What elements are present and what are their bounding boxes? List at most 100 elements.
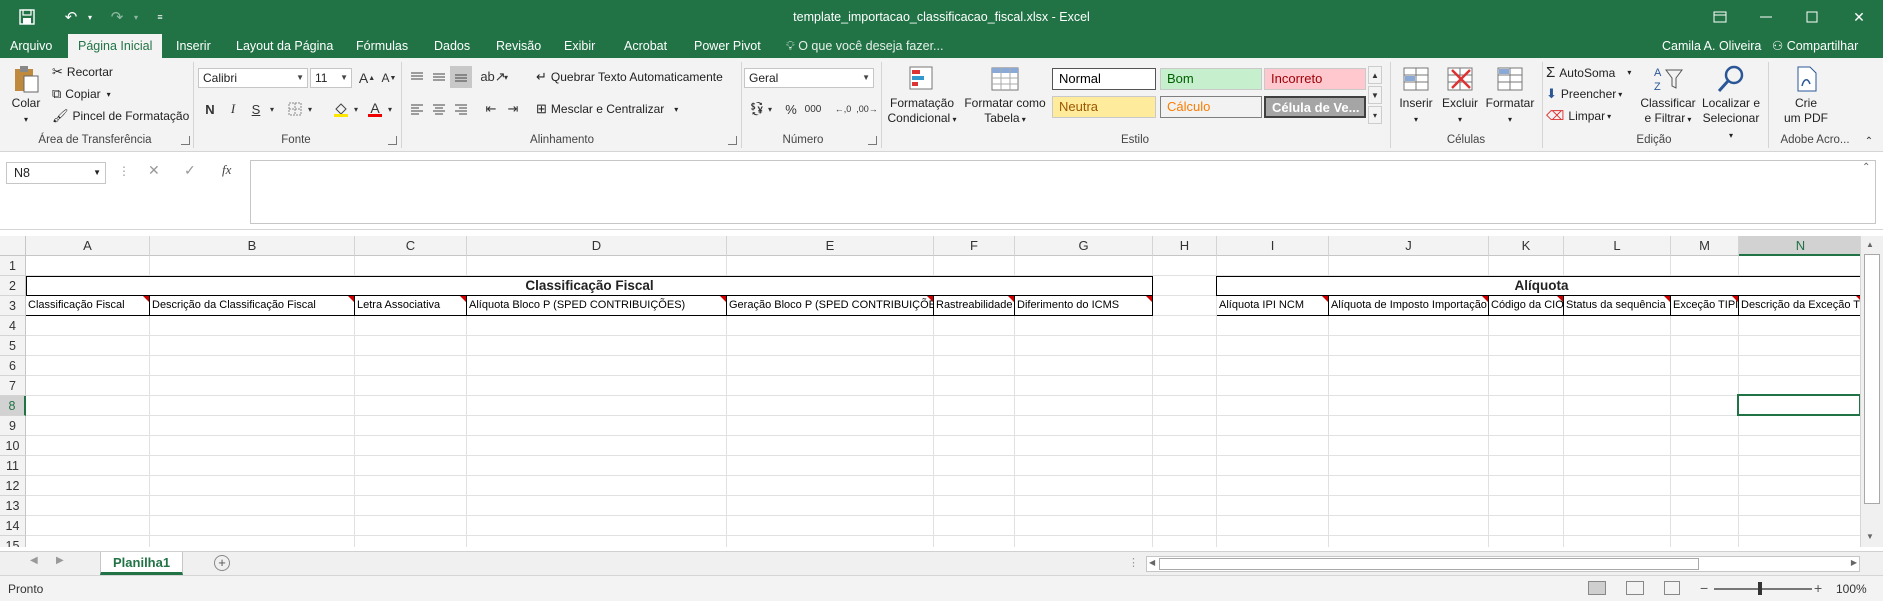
- cell-d10[interactable]: [467, 436, 727, 456]
- style-calculation[interactable]: Cálculo: [1160, 96, 1262, 118]
- format-cells-button[interactable]: Formatar ▾: [1484, 64, 1536, 127]
- tab-formulas[interactable]: Fórmulas: [350, 34, 414, 58]
- header-cell-g3[interactable]: Diferimento do ICMS: [1015, 296, 1153, 316]
- ribbon-display-icon[interactable]: [1697, 0, 1743, 34]
- cell-h12[interactable]: [1153, 476, 1217, 496]
- cell-l10[interactable]: [1564, 436, 1671, 456]
- borders-dropdown-icon[interactable]: ▾: [304, 98, 316, 120]
- cell-b14[interactable]: [150, 516, 355, 536]
- cell-k12[interactable]: [1489, 476, 1564, 496]
- align-right-icon[interactable]: [450, 98, 472, 120]
- cell-l8[interactable]: [1564, 396, 1671, 416]
- cell-k5[interactable]: [1489, 336, 1564, 356]
- cell-m5[interactable]: [1671, 336, 1739, 356]
- column-header-i[interactable]: I: [1217, 236, 1329, 256]
- style-check-cell[interactable]: Célula de Ve...: [1264, 96, 1366, 118]
- cell-n14[interactable]: [1739, 516, 1860, 536]
- column-header-a[interactable]: A: [26, 236, 150, 256]
- cell-n4[interactable]: [1739, 316, 1860, 336]
- page-layout-view-icon[interactable]: [1626, 581, 1644, 595]
- cell-c7[interactable]: [355, 376, 467, 396]
- zoom-in-icon[interactable]: +: [1814, 580, 1822, 596]
- cell-a11[interactable]: [26, 456, 150, 476]
- row-header-11[interactable]: 11: [0, 456, 26, 476]
- cell-e4[interactable]: [727, 316, 934, 336]
- align-bottom-icon[interactable]: [450, 66, 472, 88]
- cell-c8[interactable]: [355, 396, 467, 416]
- cell-k7[interactable]: [1489, 376, 1564, 396]
- cell-h9[interactable]: [1153, 416, 1217, 436]
- cell-n1[interactable]: [1739, 256, 1860, 276]
- font-color-dropdown-icon[interactable]: ▾: [384, 98, 396, 120]
- autosum-button[interactable]: Σ AutoSoma ▾: [1546, 64, 1631, 81]
- cell-a10[interactable]: [26, 436, 150, 456]
- cell-d7[interactable]: [467, 376, 727, 396]
- row-header-9[interactable]: 9: [0, 416, 26, 436]
- cell-b15[interactable]: [150, 536, 355, 547]
- minimize-icon[interactable]: [1743, 0, 1789, 34]
- cell-n12[interactable]: [1739, 476, 1860, 496]
- cell-c11[interactable]: [355, 456, 467, 476]
- cell-k9[interactable]: [1489, 416, 1564, 436]
- collapse-ribbon-icon[interactable]: ⌃: [1858, 130, 1880, 152]
- tab-file[interactable]: Arquivo: [4, 34, 58, 58]
- cell-b6[interactable]: [150, 356, 355, 376]
- cell-m11[interactable]: [1671, 456, 1739, 476]
- number-format-combo[interactable]: Geral ▼: [744, 68, 874, 88]
- cell-j7[interactable]: [1329, 376, 1489, 396]
- cell-g13[interactable]: [1015, 496, 1153, 516]
- cell-l6[interactable]: [1564, 356, 1671, 376]
- styles-scroll-down-icon[interactable]: ▼: [1368, 86, 1382, 104]
- row-header-8[interactable]: 8: [0, 396, 26, 416]
- cell-k6[interactable]: [1489, 356, 1564, 376]
- row-header-12[interactable]: 12: [0, 476, 26, 496]
- cell-b7[interactable]: [150, 376, 355, 396]
- cell-e9[interactable]: [727, 416, 934, 436]
- paste-button[interactable]: Colar ▾: [6, 64, 46, 127]
- name-box[interactable]: N8 ▼: [6, 162, 106, 184]
- cell-g5[interactable]: [1015, 336, 1153, 356]
- column-header-e[interactable]: E: [727, 236, 934, 256]
- scroll-right-icon[interactable]: ▶: [1851, 558, 1857, 567]
- cell-m15[interactable]: [1671, 536, 1739, 547]
- cell-m7[interactable]: [1671, 376, 1739, 396]
- cell-h3[interactable]: [1153, 296, 1217, 316]
- cell-h7[interactable]: [1153, 376, 1217, 396]
- cell-h5[interactable]: [1153, 336, 1217, 356]
- align-left-icon[interactable]: [406, 98, 428, 120]
- cell-g8[interactable]: [1015, 396, 1153, 416]
- cell-j13[interactable]: [1329, 496, 1489, 516]
- cell-f13[interactable]: [934, 496, 1015, 516]
- cell-a8[interactable]: [26, 396, 150, 416]
- cell-f1[interactable]: [934, 256, 1015, 276]
- grow-font-icon[interactable]: A ▲: [356, 67, 378, 89]
- cell-h15[interactable]: [1153, 536, 1217, 547]
- insert-function-icon[interactable]: fx: [222, 162, 231, 178]
- clear-button[interactable]: ⌫ Limpar ▾: [1546, 108, 1611, 124]
- cell-k10[interactable]: [1489, 436, 1564, 456]
- cell-l11[interactable]: [1564, 456, 1671, 476]
- cell-a6[interactable]: [26, 356, 150, 376]
- cell-m14[interactable]: [1671, 516, 1739, 536]
- cell-g1[interactable]: [1015, 256, 1153, 276]
- cell-h13[interactable]: [1153, 496, 1217, 516]
- cell-d9[interactable]: [467, 416, 727, 436]
- cell-l9[interactable]: [1564, 416, 1671, 436]
- cell-b4[interactable]: [150, 316, 355, 336]
- shrink-font-icon[interactable]: A ▼: [378, 67, 400, 89]
- cell-b9[interactable]: [150, 416, 355, 436]
- cell-g4[interactable]: [1015, 316, 1153, 336]
- cell-d13[interactable]: [467, 496, 727, 516]
- bold-button[interactable]: N: [199, 98, 221, 120]
- row-header-14[interactable]: 14: [0, 516, 26, 536]
- cancel-entry-icon[interactable]: ✕: [148, 162, 160, 179]
- wrap-text-button[interactable]: ↵ Quebrar Texto Automaticamente: [536, 69, 723, 85]
- tab-review[interactable]: Revisão: [490, 34, 547, 58]
- cell-f4[interactable]: [934, 316, 1015, 336]
- header-cell-i3[interactable]: Alíquota IPI NCM: [1217, 296, 1329, 316]
- page-break-view-icon[interactable]: [1664, 581, 1680, 595]
- splitter-handle-icon[interactable]: ⋮: [1128, 556, 1139, 569]
- cell-n5[interactable]: [1739, 336, 1860, 356]
- cell-a15[interactable]: [26, 536, 150, 547]
- column-header-d[interactable]: D: [467, 236, 727, 256]
